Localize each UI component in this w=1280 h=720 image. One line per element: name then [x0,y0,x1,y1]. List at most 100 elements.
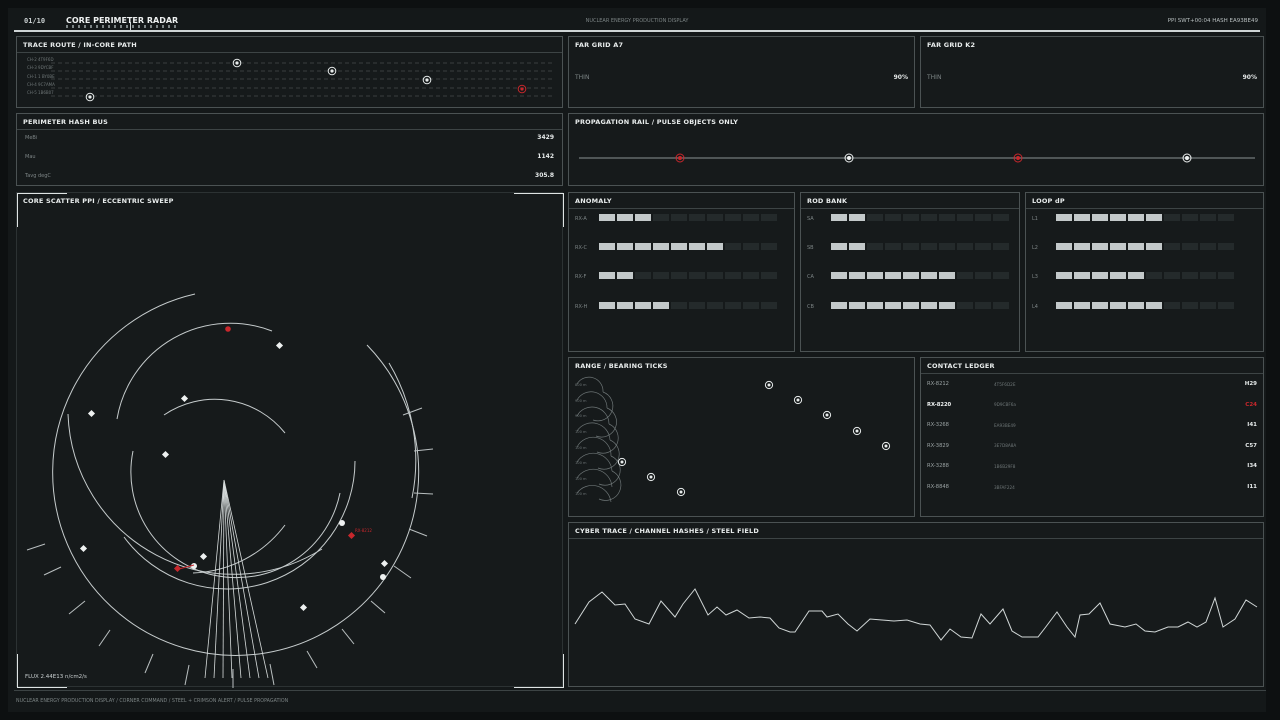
range-tick-label: 900 m [575,399,587,403]
grid-density-value: 90% [1242,74,1257,81]
bar-segment [671,214,687,221]
bar-segment [599,302,615,309]
bar-segment [993,243,1009,250]
bar-row-label: RX-A [575,216,587,222]
bar-segment [617,272,633,279]
bar-segment [1110,214,1126,221]
range-tick-label: 100 m [575,477,587,481]
trace-row-label: CH-2 4T9F6D [27,57,54,62]
trace-node[interactable] [422,75,432,85]
bearing-marker[interactable] [676,487,686,497]
ledger-row[interactable]: RX-3288 1B6B29F8 I34 [921,462,1263,474]
bar-segment [671,272,687,279]
contact-hash: EA93BE49 [994,422,1016,428]
contact-code: C24 [1245,401,1257,408]
bar-segment [1164,302,1180,309]
bearing-marker[interactable] [881,441,891,451]
range-tick-label: 100 m [575,492,587,496]
bar-segment [903,214,919,221]
contact-id: RX-8848 [927,484,949,490]
bar-row-label: L2 [1032,245,1038,251]
bar-segment [1092,302,1108,309]
contact-hash: 9D9CBF6a [994,402,1016,408]
range-tick-label: 100 m [575,461,587,465]
bar-segment [1074,243,1090,250]
bar-row-label: CB [807,304,814,310]
bar-segment [993,272,1009,279]
bar-segment [653,243,669,250]
bar-row-label: SB [807,245,814,251]
ledger-row[interactable]: RX-3268 EA93BE49 I41 [921,421,1263,433]
level-bar [831,302,1009,309]
contact-id: RX-3829 [927,442,949,449]
bar-segment [1074,302,1090,309]
bar-segment [1146,214,1162,221]
ledger-row[interactable]: RX-8212 4T5F6D2E H29 [921,380,1263,392]
alert-blips[interactable] [173,326,356,573]
bearing-marker[interactable] [822,410,832,420]
bar-segment [635,214,651,221]
bar-segment [993,214,1009,221]
bar-segment [617,214,633,221]
bar-segment [1056,272,1072,279]
bar-segment [599,214,615,221]
trace-node-alert[interactable] [517,84,527,94]
range-arcs [576,376,622,503]
cyber-trace-plot [574,588,1258,641]
bar-row-label: SA [807,216,814,222]
bar-segment [1092,272,1108,279]
contact-id: RX-3268 [927,422,949,429]
bar-segment [1110,302,1126,309]
bar-segment [635,302,651,309]
rod-bank-panel: ROD BANK SA SB CA CB [800,192,1020,352]
bar-segment [1182,243,1198,250]
bearing-marker[interactable] [793,395,803,405]
contact-blips[interactable] [79,341,389,612]
grid-density-label: THIN [575,74,590,81]
bar-segment [1056,302,1072,309]
bearing-marker[interactable] [646,472,656,482]
panel-title: FAR GRID A7 [575,41,624,49]
title-underline [66,25,176,28]
trace-node[interactable] [85,92,95,102]
ledger-row[interactable]: RX-8220 9D9CBF6a C24 [921,401,1263,413]
bearing-marker[interactable] [764,380,774,390]
bar-segment [1200,272,1216,279]
divider [921,373,1263,374]
contact-code: H29 [1244,381,1257,387]
bar-segment [725,243,741,250]
ledger-row[interactable]: RX-8848 3BFAF224 I11 [921,483,1263,495]
bar-segment [761,214,777,221]
bar-segment [725,272,741,279]
corner-brackets [17,193,564,688]
bar-segment [1056,214,1072,221]
contact-ledger-panel: CONTACT LEDGER RX-8212 4T5F6D2E H29 RX-8220… [920,357,1264,517]
bar-segment [885,272,901,279]
bearing-marker[interactable] [852,426,862,436]
bar-segment [1218,272,1234,279]
bar-segment [743,302,759,309]
bar-segment [885,243,901,250]
contact-id: RX-8220 [927,401,952,408]
hash-bus-value: 3429 [537,134,554,141]
range-rings [52,293,420,656]
bar-segment [689,214,705,221]
bearing-marker[interactable] [617,457,627,467]
trace-route-panel: TRACE ROUTE / IN-CORE PATH CH-2 4T9F6D C… [16,36,563,108]
bar-row-label: L1 [1032,216,1038,222]
panel-title: FAR GRID K2 [927,41,976,49]
divider [17,129,562,130]
panel-title: PERIMETER HASH BUS [23,118,109,126]
bar-segment [939,302,955,309]
bar-segment [831,214,847,221]
anomaly-panel: ANOMALY RX-A RX-C RX-F RX-H [568,192,795,352]
bar-segment [635,272,651,279]
bar-segment [707,272,723,279]
bar-segment [975,272,991,279]
bar-segment [599,272,615,279]
trace-route-plot: CH-2 4T9F6D CH-3 9DYCBF CH-1 1 BY0BE CH-… [27,57,555,102]
hash-bus-label: Mau [25,154,36,160]
ledger-row[interactable]: RX-3829 3E7D8A8A C57 [921,442,1263,454]
bar-segment [921,214,937,221]
bar-segment [957,214,973,221]
